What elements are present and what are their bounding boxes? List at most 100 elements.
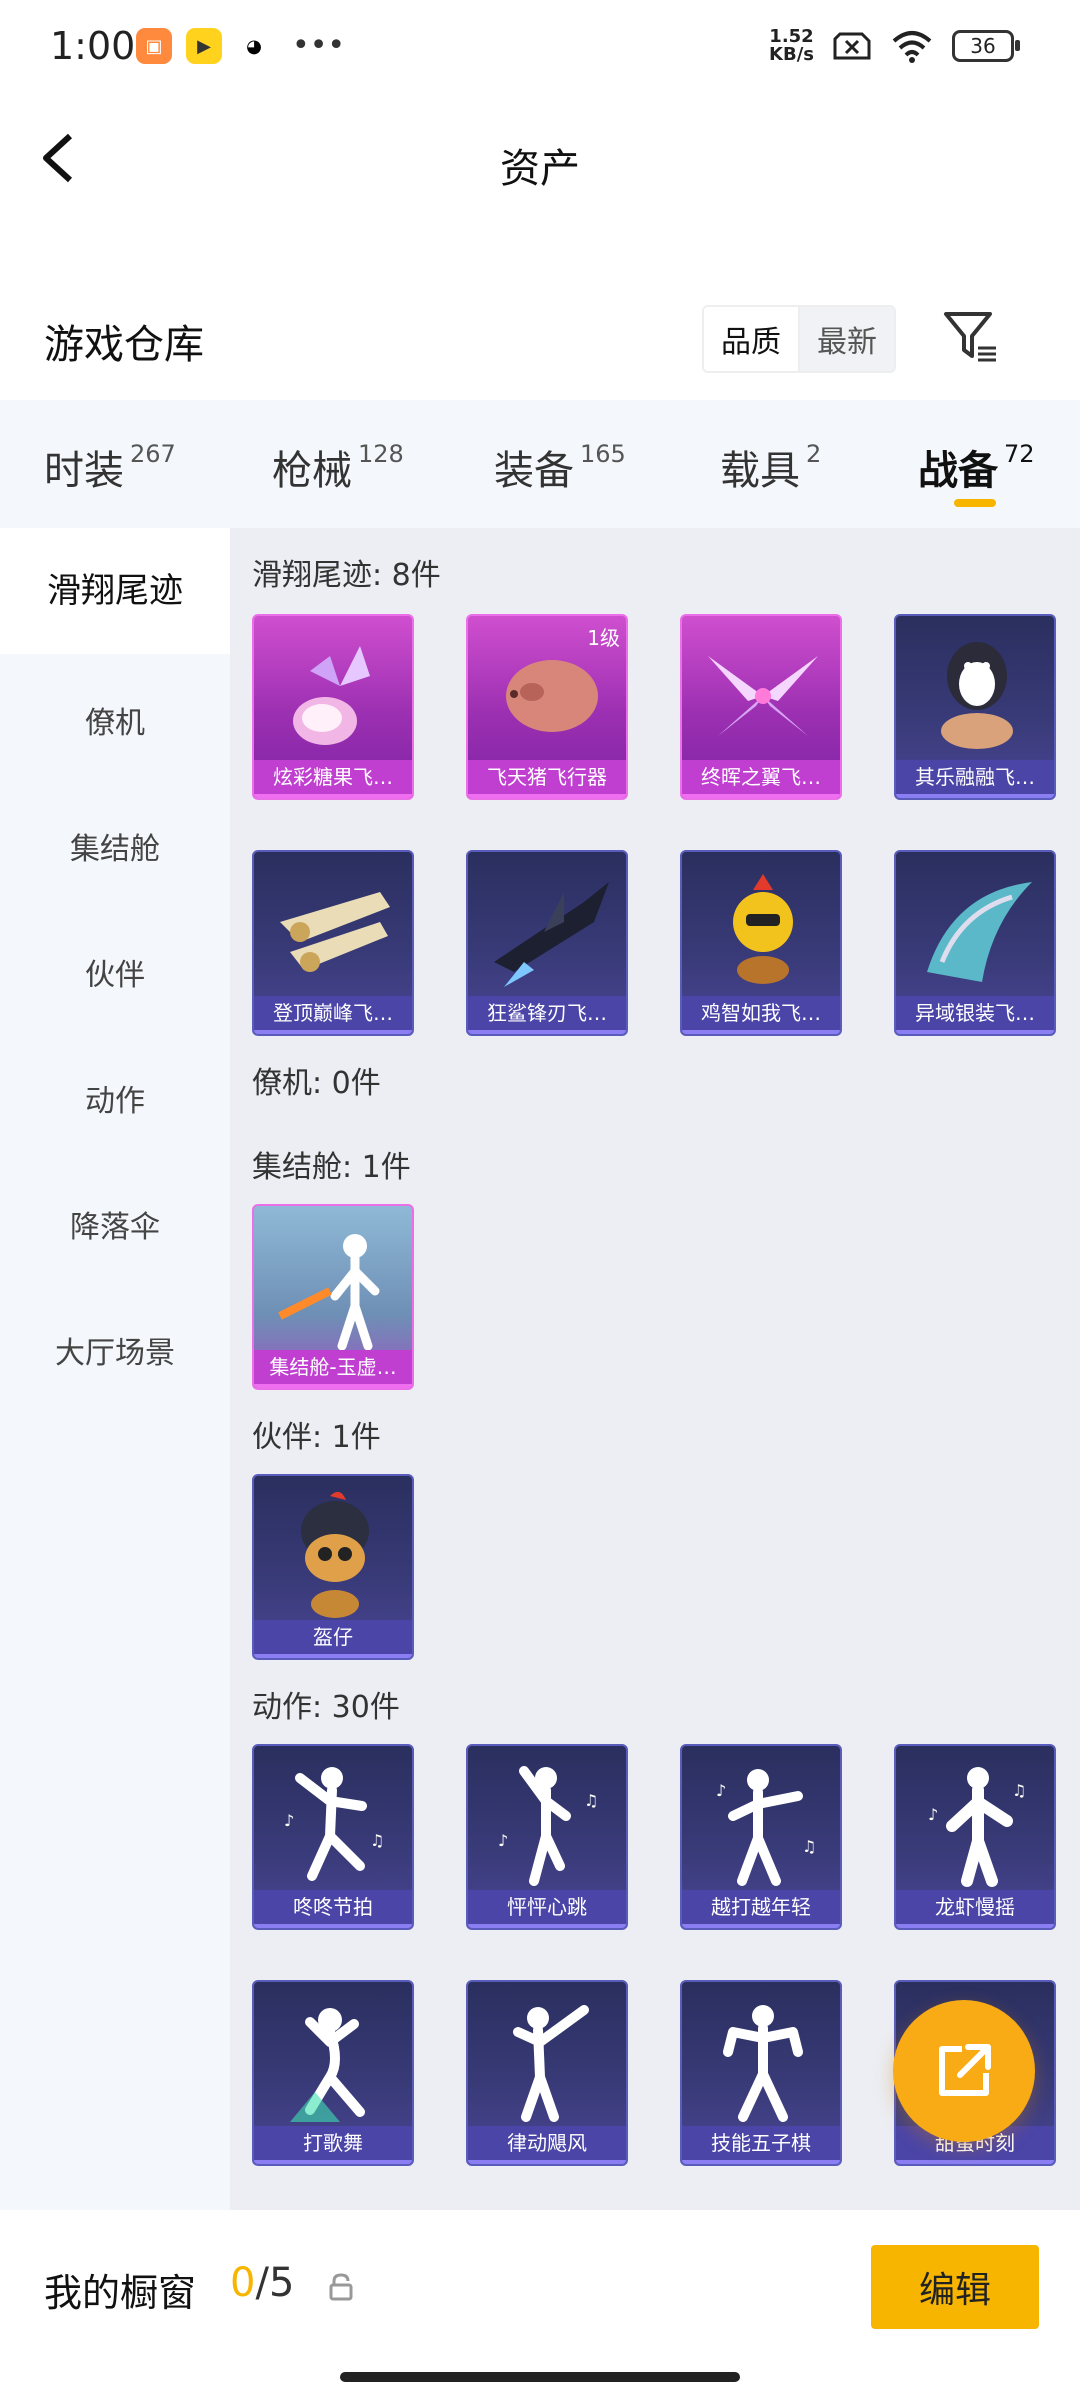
section-title-partner: 伙伴: 1件: [252, 1420, 381, 1455]
shark-trail-icon: [494, 882, 609, 987]
item-level: 1级: [587, 626, 620, 650]
sort-quality-button[interactable]: 品质: [704, 307, 800, 371]
tab-battle-gear[interactable]: 战备 72: [918, 438, 1035, 496]
item-name: 鸡智如我飞…: [682, 996, 840, 1034]
sort-newest-button[interactable]: 最新: [800, 307, 894, 371]
svg-text:♫: ♫: [802, 1837, 816, 1856]
showcase-title: 我的橱窗: [44, 2271, 197, 2315]
item-card[interactable]: 盔仔: [252, 1474, 414, 1660]
item-card[interactable]: ♪ ♫ 咚咚节拍: [252, 1744, 414, 1930]
golden-jet-icon: [280, 892, 390, 972]
item-card[interactable]: 登顶巅峰飞…: [252, 850, 414, 1036]
tab-fashion[interactable]: 时装 267: [44, 438, 176, 496]
tab-count: 165: [580, 440, 626, 468]
sidebar-item-glide-trail[interactable]: 滑翔尾迹: [0, 528, 230, 654]
section-title-pod: 集结舱: 1件: [252, 1150, 411, 1185]
showcase-count: 0/5: [230, 2260, 294, 2306]
item-name: 龙虾慢摇: [896, 1890, 1054, 1928]
sidebar-item-parachute[interactable]: 降落伞: [0, 1202, 230, 1246]
sidebar-item-partner[interactable]: 伙伴: [0, 950, 230, 994]
sidebar-item-pod[interactable]: 集结舱: [0, 824, 230, 868]
dance-pose-icon: ♪♫: [928, 1767, 1026, 1887]
item-name: 律动飓风: [468, 2126, 626, 2164]
active-tab-indicator: [954, 499, 996, 507]
item-card[interactable]: 其乐融融飞…: [894, 614, 1056, 800]
sidebar-item-emote[interactable]: 动作: [0, 1076, 230, 1120]
svg-text:♫: ♫: [1012, 1781, 1026, 1800]
chicken-trail-icon: [733, 874, 793, 984]
item-name: 炫彩糖果飞…: [254, 760, 412, 798]
item-card[interactable]: ♪ ♫ 越打越年轻: [680, 1744, 842, 1930]
silver-wing-icon: [927, 882, 1032, 982]
item-card[interactable]: 1级 飞天猪飞行器: [466, 614, 628, 800]
svg-text:♪: ♪: [716, 1781, 726, 1800]
tab-label: 装备: [494, 448, 574, 494]
tab-label: 战备: [918, 448, 998, 494]
video-app-icon: ▶: [186, 28, 222, 64]
item-card[interactable]: 炫彩糖果飞…: [252, 614, 414, 800]
item-card[interactable]: 狂鲨锋刃飞…: [466, 850, 628, 1036]
edit-button[interactable]: 编辑: [871, 2245, 1039, 2329]
dance-pose-icon: [723, 2005, 803, 2122]
item-name: 怦怦心跳: [468, 1890, 626, 1928]
sidebar: 滑翔尾迹 僚机 集结舱 伙伴 动作 降落伞 大厅场景: [0, 528, 230, 2210]
share-button[interactable]: [893, 2000, 1035, 2142]
svg-text:♪: ♪: [928, 1805, 938, 1824]
tab-vehicles[interactable]: 载具 2: [720, 438, 821, 496]
item-name: 飞天猪飞行器: [468, 760, 626, 798]
page-title: 资产: [500, 146, 580, 192]
sidebar-item-wingman[interactable]: 僚机: [0, 698, 230, 742]
sidebar-item-lobby-scene[interactable]: 大厅场景: [0, 1328, 230, 1372]
showcase-separator: /: [255, 2260, 269, 2306]
shopping-app-icon: ▣: [136, 28, 172, 64]
penguin-trail-icon: [941, 642, 1013, 749]
svg-text:♫: ♫: [584, 1791, 598, 1810]
notification-icons: ▣ ▶ ◕ •••: [136, 28, 345, 64]
item-name: 集结舱-玉虚…: [254, 1350, 412, 1388]
battery-level: 36: [970, 34, 996, 58]
item-card[interactable]: 终晖之翼飞…: [680, 614, 842, 800]
item-name: 终晖之翼飞…: [682, 760, 840, 798]
tab-equipment[interactable]: 装备 165: [494, 438, 626, 496]
tab-count: 72: [1004, 440, 1035, 468]
dance-pose-icon: ♪♫: [284, 1767, 384, 1881]
dance-pose-icon: [290, 2008, 365, 2122]
tab-guns[interactable]: 枪械 128: [272, 438, 404, 496]
dance-pose-icon: ♪♫: [716, 1769, 816, 1886]
item-list: 滑翔尾迹: 8件 炫彩糖果飞… 1级 飞天猪飞行器 终晖之翼飞… 其乐融融飞…: [230, 528, 1080, 2210]
qq-app-icon: ◕: [236, 28, 272, 64]
item-name: 打歌舞: [254, 2126, 412, 2164]
item-card[interactable]: ♪ ♫ 怦怦心跳: [466, 1744, 628, 1930]
dance-pose-icon: ♪♫: [498, 1766, 598, 1886]
filter-icon[interactable]: [942, 308, 998, 364]
svg-text:♫: ♫: [370, 1831, 384, 1850]
section-title-glide: 滑翔尾迹: 8件: [252, 558, 441, 593]
item-card[interactable]: 打歌舞: [252, 1980, 414, 2166]
tab-label: 载具: [720, 448, 800, 494]
helmet-partner-icon: [301, 1491, 369, 1618]
net-speed: 1.52 KB/s: [769, 28, 814, 64]
tab-count: 128: [358, 440, 404, 468]
section-title-emote: 动作: 30件: [252, 1690, 400, 1725]
item-card[interactable]: 律动飓风: [466, 1980, 628, 2166]
section-title-wingman: 僚机: 0件: [252, 1066, 381, 1101]
item-name: 咚咚节拍: [254, 1890, 412, 1928]
home-indicator[interactable]: [340, 2372, 740, 2382]
item-name: 异域银装飞…: [896, 996, 1054, 1034]
item-card[interactable]: ♪ ♫ 龙虾慢摇: [894, 1744, 1056, 1930]
pod-scene-icon: [278, 1234, 380, 1351]
item-card[interactable]: 鸡智如我飞…: [680, 850, 842, 1036]
item-card[interactable]: 异域银装飞…: [894, 850, 1056, 1036]
lock-icon: [329, 2273, 353, 2301]
dance-pose-icon: [513, 2005, 589, 2122]
item-card[interactable]: 集结舱-玉虚…: [252, 1204, 414, 1390]
tab-label: 时装: [44, 448, 124, 494]
sim-off-icon: [833, 32, 871, 60]
showcase-max: 5: [268, 2260, 295, 2306]
item-card[interactable]: 技能五子棋: [680, 1980, 842, 2166]
wifi-icon: [892, 31, 932, 63]
tab-count: 267: [130, 440, 176, 468]
status-time: 1:00: [50, 24, 136, 68]
item-name: 技能五子棋: [682, 2126, 840, 2164]
share-external-icon: [939, 2044, 991, 2096]
